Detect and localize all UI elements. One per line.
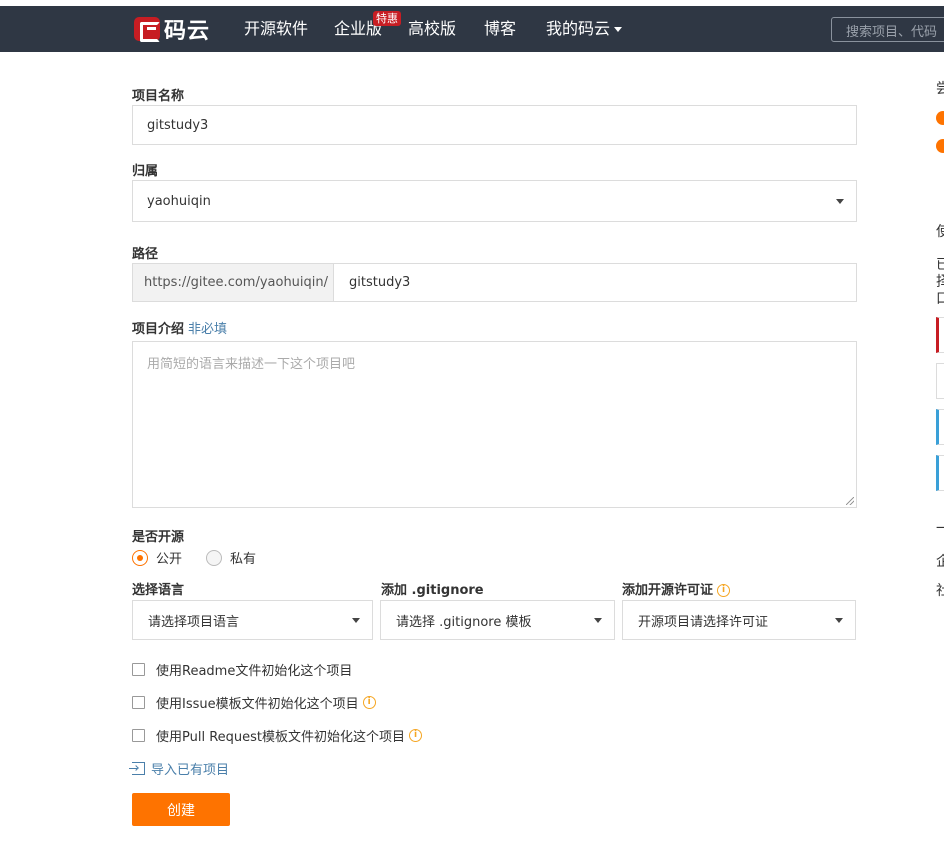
right-panel-heading: 尝	[936, 81, 944, 97]
checkbox-readme-control[interactable]	[132, 663, 145, 676]
right-panel-text-5: 企	[936, 554, 944, 570]
license-select[interactable]: 开源项目请选择许可证	[622, 600, 856, 640]
right-panel-text-4: 一	[936, 521, 944, 537]
right-panel-text-3: 口	[936, 291, 944, 307]
owner-value: yaohuiqin	[147, 193, 211, 209]
logo[interactable]: 码云	[134, 16, 211, 44]
description-placeholder: 用简短的语言来描述一下这个项目吧	[147, 357, 356, 372]
radio-private-control[interactable]	[206, 549, 222, 566]
radio-public-control[interactable]	[132, 549, 148, 566]
caret-down-icon	[594, 618, 602, 623]
path-label: 路径	[132, 247, 159, 262]
checkbox-pull-request[interactable]: 使用Pull Request模板文件初始化这个项目 i	[132, 726, 423, 745]
checkbox-issue-control[interactable]	[132, 696, 145, 709]
license-label: 添加开源许可证 i	[622, 579, 731, 598]
nav-item-my-gitee-label: 我的码云	[546, 19, 611, 38]
license-value: 开源项目请选择许可证	[638, 614, 769, 630]
description-textarea[interactable]: 用简短的语言来描述一下这个项目吧	[132, 341, 857, 508]
owner-select[interactable]: yaohuiqin	[132, 180, 857, 222]
chevron-down-icon	[614, 27, 623, 32]
info-icon[interactable]: i	[362, 696, 376, 709]
radio-public-label: 公开	[156, 552, 183, 567]
import-project-label: 导入已有项目	[151, 763, 230, 778]
search-input[interactable]: 搜索项目、代码	[831, 17, 944, 42]
check-icon	[936, 139, 944, 153]
checkbox-pull-request-label: 使用Pull Request模板文件初始化这个项目	[156, 730, 406, 745]
checkbox-pull-request-control[interactable]	[132, 729, 145, 742]
right-panel-card[interactable]	[936, 317, 944, 353]
project-name-label: 项目名称	[132, 89, 185, 104]
info-icon[interactable]: i	[717, 584, 731, 597]
language-label: 选择语言	[132, 583, 185, 598]
import-project-link[interactable]: 导入已有项目	[129, 759, 230, 778]
checkbox-issue[interactable]: 使用Issue模板文件初始化这个项目 i	[132, 693, 376, 712]
gitignore-label: 添加 .gitignore	[381, 583, 484, 598]
nav-item-my-gitee[interactable]: 我的码云	[546, 19, 623, 39]
radio-private-label: 私有	[230, 552, 257, 567]
gitee-logo-icon	[134, 17, 160, 42]
create-button[interactable]: 创建	[132, 793, 230, 826]
gitignore-value: 请选择 .gitignore 模板	[396, 614, 532, 630]
open-source-label: 是否开源	[132, 530, 185, 545]
right-panel-text-6: 社	[936, 583, 944, 599]
path-input[interactable]: gitstudy3	[333, 263, 857, 302]
gitignore-select[interactable]: 请选择 .gitignore 模板	[380, 600, 615, 640]
checkbox-readme[interactable]: 使用Readme文件初始化这个项目	[132, 660, 352, 679]
language-select[interactable]: 请选择项目语言	[132, 600, 373, 640]
description-label-text: 项目介绍	[132, 322, 185, 337]
caret-down-icon	[352, 618, 360, 623]
right-panel-card[interactable]	[936, 363, 944, 399]
logo-text: 码云	[164, 19, 211, 44]
radio-private[interactable]: 私有	[206, 548, 256, 567]
project-name-input[interactable]: gitstudy3	[132, 105, 857, 145]
right-panel-card[interactable]	[936, 409, 944, 445]
caret-down-icon	[836, 199, 844, 204]
right-panel-card[interactable]	[936, 455, 944, 491]
owner-label: 归属	[132, 164, 159, 179]
path-prefix: https://gitee.com/yaohuiqin/	[132, 263, 334, 302]
radio-public[interactable]: 公开	[132, 548, 182, 567]
check-icon	[936, 111, 944, 125]
info-icon[interactable]: i	[409, 729, 423, 742]
promo-badge: 特惠	[373, 11, 401, 26]
caret-down-icon	[835, 618, 843, 623]
resize-handle-icon[interactable]	[846, 497, 854, 505]
project-name-value: gitstudy3	[147, 117, 209, 133]
description-label: 项目介绍 非必填	[132, 318, 227, 337]
import-icon	[129, 762, 145, 775]
top-navbar: 码云 开源软件 企业版 特惠 高校版 博客 我的码云 搜索项目、代码	[0, 6, 944, 52]
nav-item-university[interactable]: 高校版	[408, 19, 456, 39]
checkbox-issue-label: 使用Issue模板文件初始化这个项目	[156, 697, 359, 712]
checkbox-readme-label: 使用Readme文件初始化这个项目	[156, 664, 353, 679]
language-value: 请选择项目语言	[148, 614, 240, 630]
optional-hint: 非必填	[188, 322, 228, 337]
nav-item-blog[interactable]: 博客	[484, 19, 516, 39]
nav-item-open-source[interactable]: 开源软件	[244, 19, 308, 39]
license-label-text: 添加开源许可证	[622, 583, 714, 598]
path-value: gitstudy3	[349, 275, 411, 290]
right-panel-title: 使	[936, 224, 944, 240]
